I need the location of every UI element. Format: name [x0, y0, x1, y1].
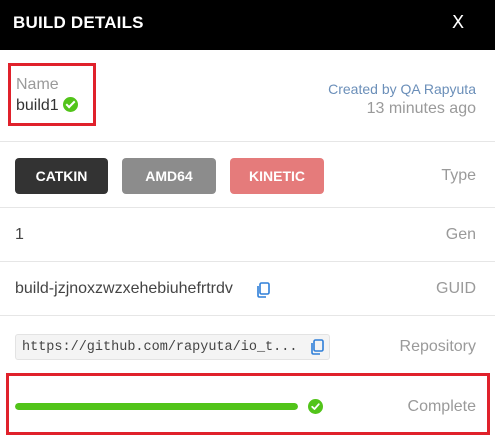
tag-distro: KINETIC [230, 158, 324, 194]
guid-label: GUID [436, 280, 476, 297]
name-highlight-box: Name build1 [8, 63, 96, 126]
repository-row: https://github.com/rapyuta/io_t... Repos… [0, 316, 495, 376]
repository-field[interactable]: https://github.com/rapyuta/io_t... [15, 334, 330, 360]
name-row: Name build1 Created by QA Rapyuta 13 min… [0, 50, 495, 142]
build-progress-fill [15, 403, 298, 410]
type-row: CATKIN AMD64 KINETIC Type [0, 142, 495, 208]
guid-row: build-jzjnoxzwzxehebiuhefrtrdv GUID [0, 262, 495, 316]
modal-header: BUILD DETAILS X [0, 0, 495, 50]
modal-title: BUILD DETAILS [13, 13, 144, 32]
created-time: 13 minutes ago [366, 100, 476, 117]
gen-value: 1 [15, 226, 24, 243]
type-label: Type [441, 167, 476, 184]
close-button[interactable]: X [448, 12, 468, 36]
repository-url[interactable]: https://github.com/rapyuta/io_t... [22, 340, 302, 355]
gen-row: 1 Gen [0, 208, 495, 262]
gen-label: Gen [445, 226, 476, 243]
guid-copy-icon[interactable] [256, 282, 270, 298]
repository-label: Repository [399, 338, 476, 355]
check-circle-icon [308, 399, 323, 414]
tag-catkin: CATKIN [15, 158, 108, 194]
created-by-link[interactable]: Created by QA Rapyuta [328, 81, 476, 97]
build-progress-bar [15, 403, 298, 410]
name-label: Name [16, 76, 59, 93]
build-name: build1 [16, 97, 78, 115]
check-circle-icon [62, 97, 78, 112]
repository-copy-icon[interactable] [310, 339, 324, 355]
status-label: Complete [407, 398, 476, 415]
tag-arch: AMD64 [122, 158, 216, 194]
build-name-text: build1 [16, 97, 59, 114]
guid-value: build-jzjnoxzwzxehebiuhefrtrdv [15, 280, 233, 297]
